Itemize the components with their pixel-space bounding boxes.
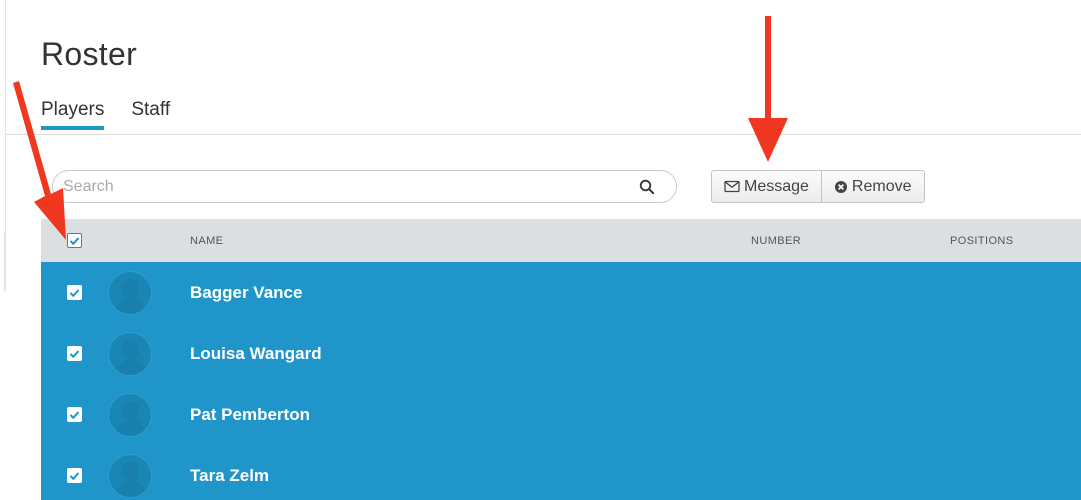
table-row[interactable]: Louisa Wangard	[41, 323, 1081, 384]
table-row[interactable]: Bagger Vance	[41, 262, 1081, 323]
remove-circle-icon	[834, 180, 848, 194]
select-all-cell	[41, 233, 108, 248]
player-name[interactable]: Tara Zelm	[190, 466, 269, 486]
column-header-number[interactable]: NUMBER	[751, 235, 950, 247]
annotation-arrow-message	[748, 16, 788, 162]
table-header: NAME NUMBER POSITIONS	[41, 219, 1081, 262]
search-box	[52, 170, 677, 203]
avatar	[108, 453, 152, 498]
player-name[interactable]: Bagger Vance	[190, 283, 302, 303]
table-row[interactable]: Pat Pemberton	[41, 384, 1081, 445]
tab-staff[interactable]: Staff	[131, 99, 170, 130]
row-checkbox[interactable]	[67, 285, 82, 300]
avatar	[108, 392, 152, 437]
player-name[interactable]: Louisa Wangard	[190, 344, 322, 364]
avatar	[108, 331, 152, 376]
avatar	[108, 270, 152, 315]
message-button[interactable]: Message	[712, 171, 821, 202]
page-title: Roster	[41, 36, 138, 72]
tab-players[interactable]: Players	[41, 99, 105, 130]
player-name[interactable]: Pat Pemberton	[190, 405, 310, 425]
row-checkbox[interactable]	[67, 346, 82, 361]
search-icon[interactable]	[632, 172, 662, 202]
remove-button[interactable]: Remove	[820, 171, 924, 202]
tab-bar: Players Staff	[41, 99, 197, 130]
column-header-name[interactable]: NAME	[190, 235, 751, 247]
row-checkbox[interactable]	[67, 468, 82, 483]
bulk-actions: Message Remove	[711, 170, 925, 203]
table-row[interactable]: Tara Zelm	[41, 445, 1081, 500]
column-header-positions[interactable]: POSITIONS	[950, 235, 1081, 247]
remove-label: Remove	[851, 177, 912, 195]
search-input[interactable]	[53, 171, 632, 202]
roster-table: NAME NUMBER POSITIONS Bagger Vance Louis…	[41, 219, 1081, 500]
left-divider-stub	[0, 232, 5, 292]
select-all-checkbox[interactable]	[67, 233, 82, 248]
message-label: Message	[744, 177, 809, 195]
tabs-divider	[5, 134, 1081, 135]
left-divider	[5, 0, 6, 290]
envelope-icon	[724, 180, 740, 193]
row-checkbox[interactable]	[67, 407, 82, 422]
